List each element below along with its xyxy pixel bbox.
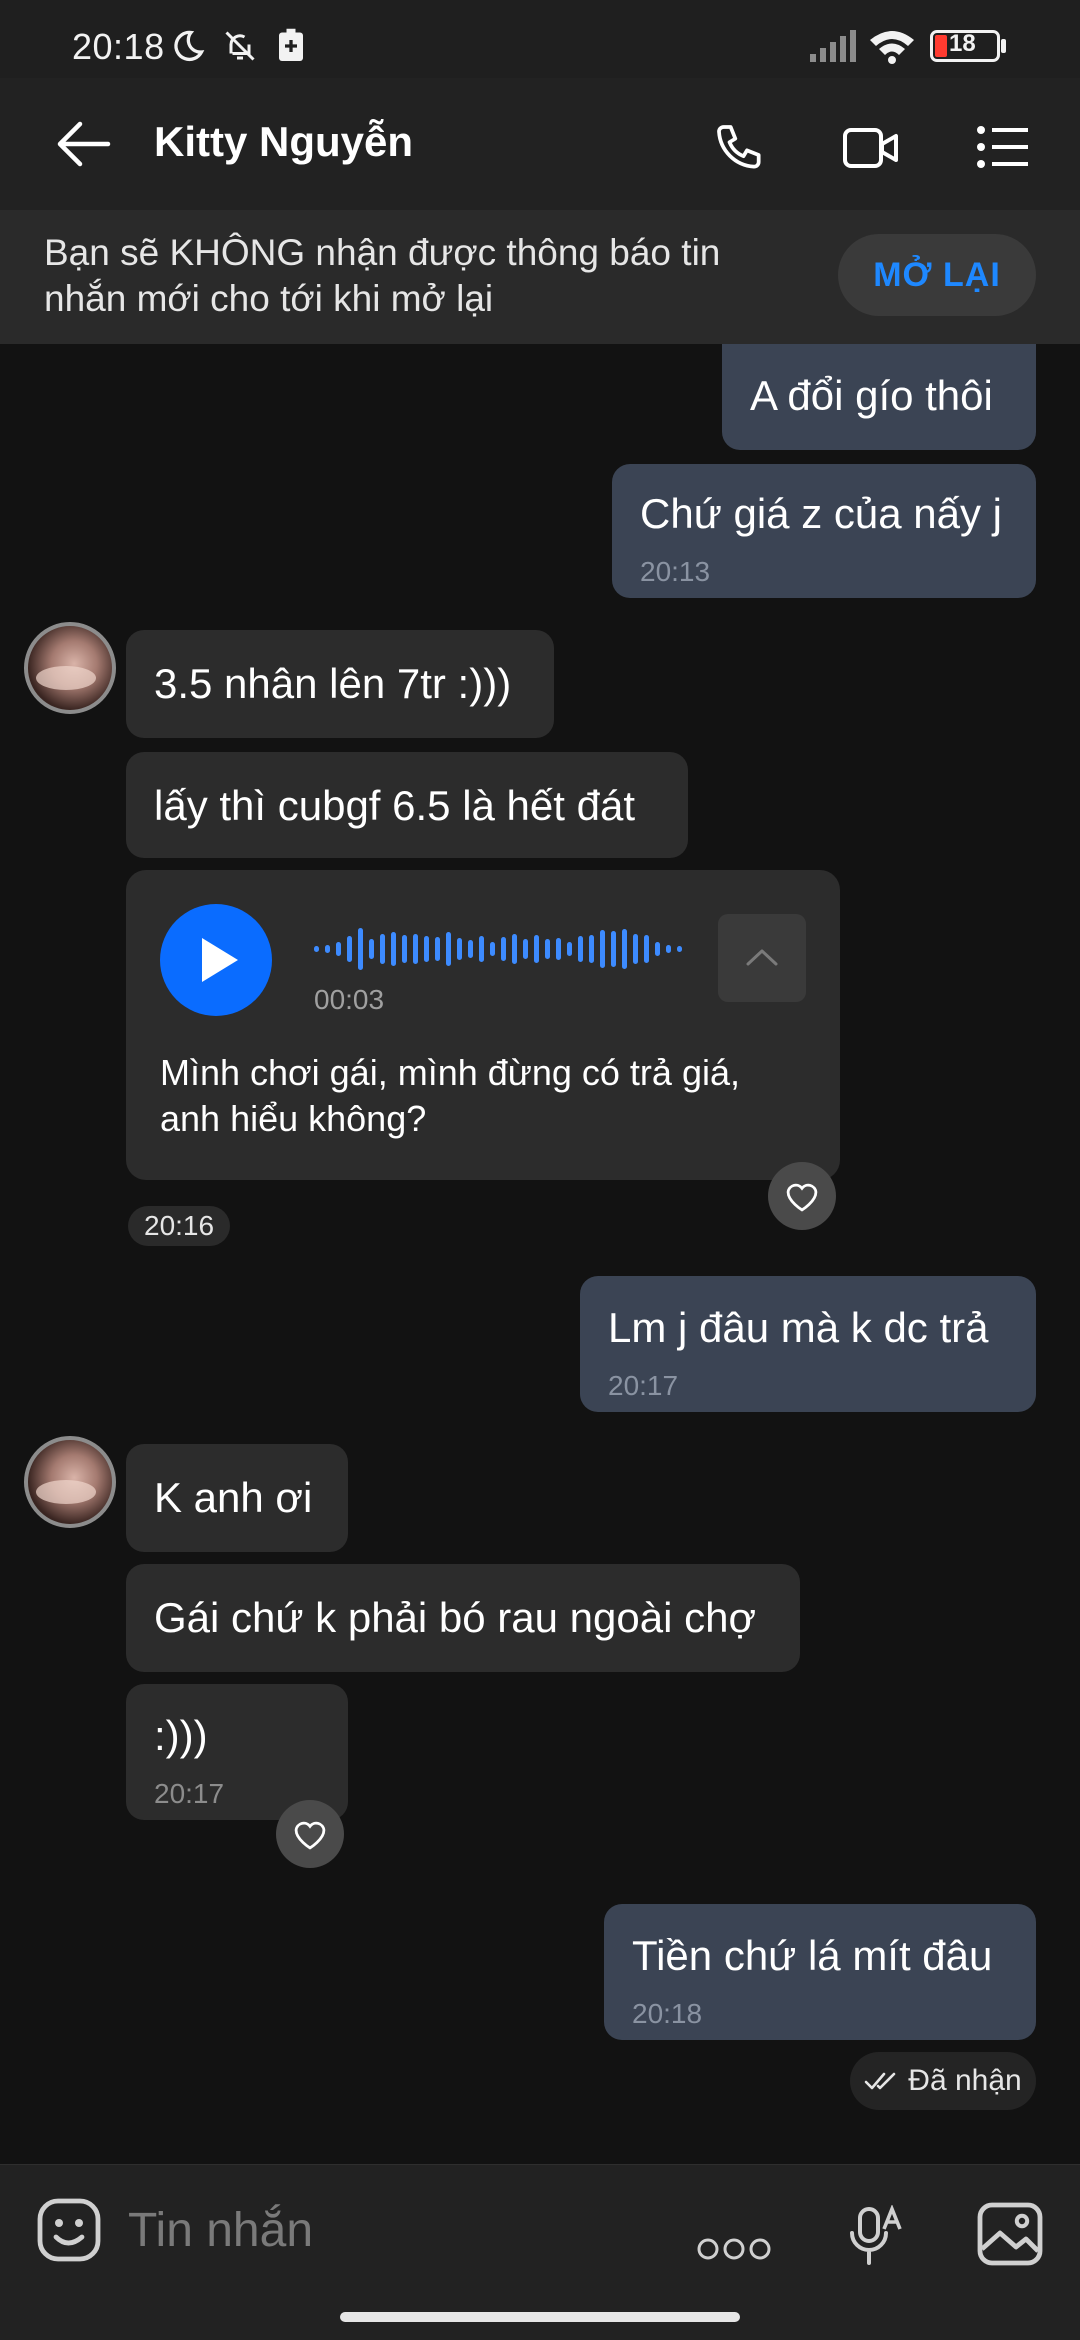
sticker-icon[interactable] (36, 2197, 102, 2263)
heart-icon (294, 1821, 326, 1850)
arrow-left-icon[interactable] (56, 118, 112, 170)
message-time: 20:16 (128, 1206, 231, 1246)
message-input[interactable]: Tin nhắn (128, 2203, 313, 2258)
message-text: :))) (154, 1712, 208, 1759)
status-bar: 20:18 18 (0, 0, 1080, 78)
message-text: Tiền chứ lá mít đâu (632, 1932, 993, 1979)
heart-icon (786, 1183, 818, 1212)
message-outgoing[interactable]: Chứ giá z của nấy j 20:13 (612, 464, 1036, 598)
message-outgoing[interactable]: A đổi gío thôi (722, 344, 1036, 450)
mute-banner-text: Bạn sẽ KHÔNG nhận được thông báo tin nhắ… (44, 232, 721, 319)
message-incoming[interactable]: lấy thì cubgf 6.5 là hết đát (126, 752, 688, 858)
home-indicator[interactable] (340, 2312, 740, 2322)
more-options-icon[interactable] (696, 2235, 772, 2263)
message-time: 20:17 (608, 1370, 679, 1401)
message-incoming[interactable]: Gái chứ k phải bó rau ngoài chợ (126, 1564, 800, 1672)
contact-avatar[interactable] (24, 1436, 116, 1528)
message-incoming[interactable]: 3.5 nhân lên 7tr :))) (126, 630, 554, 738)
moon-icon (174, 30, 205, 62)
message-time: 20:18 (632, 1998, 703, 2029)
message-time: 20:17 (154, 1778, 225, 1809)
react-button[interactable] (768, 1162, 836, 1230)
message-text: lấy thì cubgf 6.5 là hết đát (154, 782, 635, 829)
contact-name[interactable]: Kitty Nguyễn (154, 118, 413, 166)
video-call-icon[interactable] (842, 122, 900, 174)
mute-banner: Bạn sẽ KHÔNG nhận được thông báo tin nhắ… (0, 210, 1080, 344)
collapse-transcript-button[interactable] (718, 914, 806, 1002)
message-outgoing[interactable]: Tiền chứ lá mít đâu 20:18 (604, 1904, 1036, 2040)
voice-message[interactable]: 00:03 Mình chơi gái, mình đừng có trả gi… (126, 870, 840, 1180)
menu-list-icon[interactable] (976, 124, 1030, 170)
message-text: Chứ giá z của nấy j (640, 490, 1002, 537)
chevron-up-icon (746, 949, 778, 966)
voice-waveform[interactable] (314, 918, 682, 980)
chat-header: Kitty Nguyễn (0, 78, 1080, 210)
phone-icon[interactable] (712, 120, 768, 176)
play-icon (202, 938, 238, 982)
battery-level: 18 (949, 30, 976, 57)
message-time: 20:13 (640, 556, 711, 587)
wifi-icon (870, 31, 914, 64)
battery-saver-icon (279, 28, 303, 61)
message-outgoing[interactable]: Lm j đâu mà k dc trả 20:17 (580, 1276, 1036, 1412)
message-text: 3.5 nhân lên 7tr :))) (154, 660, 512, 707)
play-button[interactable] (160, 904, 272, 1016)
message-text: Lm j đâu mà k dc trả (608, 1304, 989, 1351)
delivery-status: Đã nhận (850, 2052, 1036, 2110)
message-incoming[interactable]: K anh ơi (126, 1444, 348, 1552)
react-button[interactable] (276, 1800, 344, 1868)
signal-icon (810, 30, 856, 62)
message-text: K anh ơi (154, 1474, 313, 1521)
bell-off-icon (225, 31, 255, 61)
message-text: A đổi gío thôi (750, 372, 993, 419)
reopen-notifications-button[interactable]: MỞ LẠI (838, 234, 1036, 316)
message-text: Gái chứ k phải bó rau ngoài chợ (154, 1594, 757, 1641)
image-icon[interactable] (976, 2201, 1044, 2267)
microphone-icon[interactable] (848, 2205, 904, 2267)
voice-duration: 00:03 (314, 984, 385, 1015)
contact-avatar[interactable] (24, 622, 116, 714)
double-check-icon (864, 2072, 896, 2090)
delivery-status-text: Đã nhận (908, 2064, 1022, 2097)
voice-transcript: Mình chơi gái, mình đừng có trả giá, anh… (160, 1052, 740, 1139)
battery-icon: 18 (930, 30, 1000, 62)
status-time: 20:18 (72, 26, 165, 67)
